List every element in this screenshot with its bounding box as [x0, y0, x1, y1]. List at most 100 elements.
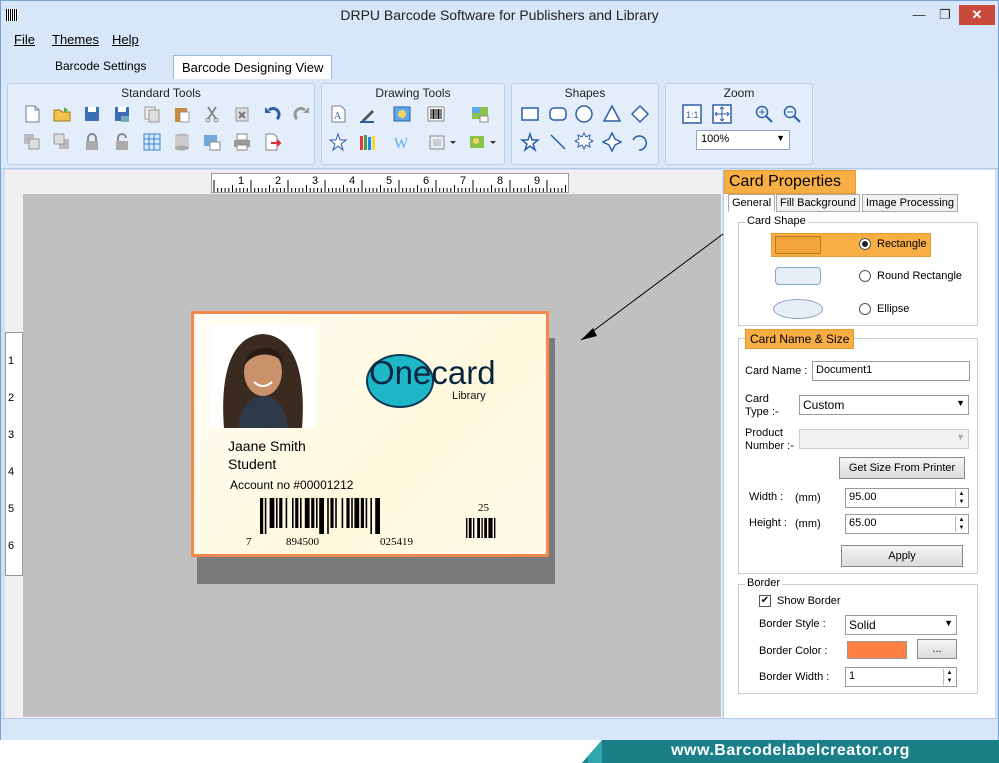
height-label: Height : — [749, 517, 787, 529]
menu-file[interactable]: File — [14, 32, 35, 47]
tab-fill-background[interactable]: Fill Background — [776, 194, 860, 212]
rounded-rectangle-shape-icon[interactable] — [548, 104, 568, 124]
close-button[interactable]: ✕ — [959, 5, 995, 25]
actual-size-icon[interactable]: 1:1 — [682, 104, 702, 124]
new-document-icon[interactable] — [22, 104, 42, 124]
maximize-button[interactable]: ❐ — [931, 5, 959, 25]
callout-arrow — [580, 233, 724, 341]
account-number: Account no #00001212 — [230, 478, 354, 492]
image-effects-dropdown-icon[interactable] — [468, 132, 498, 152]
delete-icon[interactable] — [232, 104, 252, 124]
show-border-label: Show Border — [777, 595, 841, 607]
save-icon[interactable] — [82, 104, 102, 124]
holder-role: Student — [228, 456, 277, 472]
print-icon[interactable] — [232, 132, 252, 152]
image-library-icon[interactable] — [470, 104, 490, 124]
star-shape-icon[interactable] — [520, 132, 540, 152]
open-folder-icon[interactable] — [52, 104, 72, 124]
border-style-select[interactable]: Solid ▼ — [845, 615, 957, 635]
ruler-label: 6 — [423, 175, 430, 187]
border-color-picker-button[interactable]: ... — [917, 639, 957, 659]
redo-icon[interactable] — [292, 104, 312, 124]
ruler-label: 1 — [8, 355, 15, 367]
tab-general[interactable]: General — [728, 194, 776, 212]
triangle-shape-icon[interactable] — [602, 104, 622, 124]
grid-icon[interactable] — [142, 132, 162, 152]
spinner-arrows-icon[interactable]: ▲ ▼ — [943, 669, 955, 685]
save-as-icon[interactable] — [112, 104, 132, 124]
diamond-shape-icon[interactable] — [630, 104, 650, 124]
menu-help[interactable]: Help — [112, 32, 139, 47]
border-color-swatch[interactable] — [847, 641, 907, 659]
text-tool-icon[interactable]: A — [328, 104, 348, 124]
ellipse-shape-icon[interactable] — [574, 104, 594, 124]
bring-to-front-icon[interactable] — [52, 132, 72, 152]
paste-icon[interactable] — [172, 104, 192, 124]
database-icon[interactable] — [172, 132, 192, 152]
arc-shape-icon[interactable] — [630, 132, 650, 152]
ellipse-radio[interactable] — [859, 303, 871, 315]
barcode-addon[interactable] — [464, 518, 506, 538]
zoom-out-icon[interactable] — [782, 104, 802, 124]
lock-icon[interactable] — [82, 132, 102, 152]
border-width-input[interactable]: 1 ▲ ▼ — [845, 667, 957, 687]
spinner-arrows-icon[interactable]: ▲ ▼ — [955, 516, 967, 532]
library-books-icon[interactable] — [358, 132, 378, 152]
rectangle-shape-icon[interactable] — [520, 104, 540, 124]
rectangle-radio[interactable] — [859, 238, 871, 250]
menu-themes[interactable]: Themes — [52, 32, 99, 47]
arrange-dropdown-icon[interactable] — [428, 132, 458, 152]
exit-icon[interactable] — [262, 132, 282, 152]
height-input[interactable]: 65.00 ▲ ▼ — [845, 514, 969, 534]
zoom-in-icon[interactable] — [754, 104, 774, 124]
width-input[interactable]: 95.00 ▲ ▼ — [845, 488, 969, 508]
picture-tool-icon[interactable] — [392, 104, 412, 124]
card-name-input[interactable]: Document1 — [812, 361, 970, 381]
card-name-label: Card Name : — [745, 365, 808, 377]
id-card[interactable]: Onecard Library Jaane Smith Student Acco… — [191, 311, 549, 557]
undo-icon[interactable] — [262, 104, 282, 124]
send-to-back-icon[interactable] — [22, 132, 42, 152]
unlock-icon[interactable] — [112, 132, 132, 152]
student-photo[interactable] — [210, 326, 316, 428]
apply-button[interactable]: Apply — [841, 545, 963, 567]
tab-image-processing[interactable]: Image Processing — [862, 194, 959, 212]
portrait-image — [210, 326, 316, 428]
barcode-bar — [335, 498, 337, 528]
line-shape-icon[interactable] — [548, 132, 568, 152]
spinner-arrows-icon[interactable]: ▲ ▼ — [955, 490, 967, 506]
ruler-label: 1 — [238, 175, 245, 187]
copy-icon[interactable] — [142, 104, 162, 124]
barcode-tool-icon[interactable] — [426, 104, 446, 124]
card-name-size-legend: Card Name & Size — [745, 329, 855, 349]
export-image-icon[interactable] — [202, 132, 222, 152]
menu-bar: File Themes Help — [1, 29, 998, 51]
pen-tool-icon[interactable] — [358, 104, 378, 124]
vertical-ruler: 1 2 3 4 5 6 — [5, 332, 23, 576]
tab-barcode-settings[interactable]: Barcode Settings — [47, 55, 154, 79]
get-size-from-printer-button[interactable]: Get Size From Printer — [839, 457, 965, 479]
watermark-icon[interactable]: W — [392, 132, 412, 152]
show-border-checkbox[interactable]: ✔ — [759, 595, 771, 607]
standard-tools-group: Standard Tools — [7, 83, 315, 165]
fit-to-window-icon[interactable] — [712, 104, 732, 124]
shape-star-tool-icon[interactable] — [328, 132, 348, 152]
design-canvas-area: 1 2 3 4 5 6 7 8 9 1 2 3 4 5 6 Onecard Li… — [5, 170, 724, 718]
ruler-label: 2 — [8, 392, 15, 404]
round-rectangle-radio[interactable] — [859, 270, 871, 282]
card-type-select[interactable]: Custom ▼ — [799, 395, 969, 415]
tab-barcode-designing-view[interactable]: Barcode Designing View — [173, 55, 333, 79]
card-shape-legend: Card Shape — [745, 215, 808, 227]
product-number-select[interactable]: ▼ — [799, 429, 969, 449]
zoom-level-select[interactable]: 100% ▼ — [696, 130, 790, 150]
minimize-button[interactable]: — — [905, 5, 933, 25]
website-url[interactable]: www.Barcodelabelcreator.org — [582, 742, 999, 760]
burst-shape-icon[interactable] — [574, 132, 594, 152]
cut-icon[interactable] — [202, 104, 222, 124]
barcode-bar — [295, 498, 299, 528]
barcode-digits-group2: 025419 — [380, 536, 413, 548]
barcode-bar — [473, 518, 475, 538]
barcode-main[interactable] — [256, 498, 446, 534]
zoom-group: Zoom 1:1 100% ▼ — [665, 83, 813, 165]
four-point-star-shape-icon[interactable] — [602, 132, 622, 152]
